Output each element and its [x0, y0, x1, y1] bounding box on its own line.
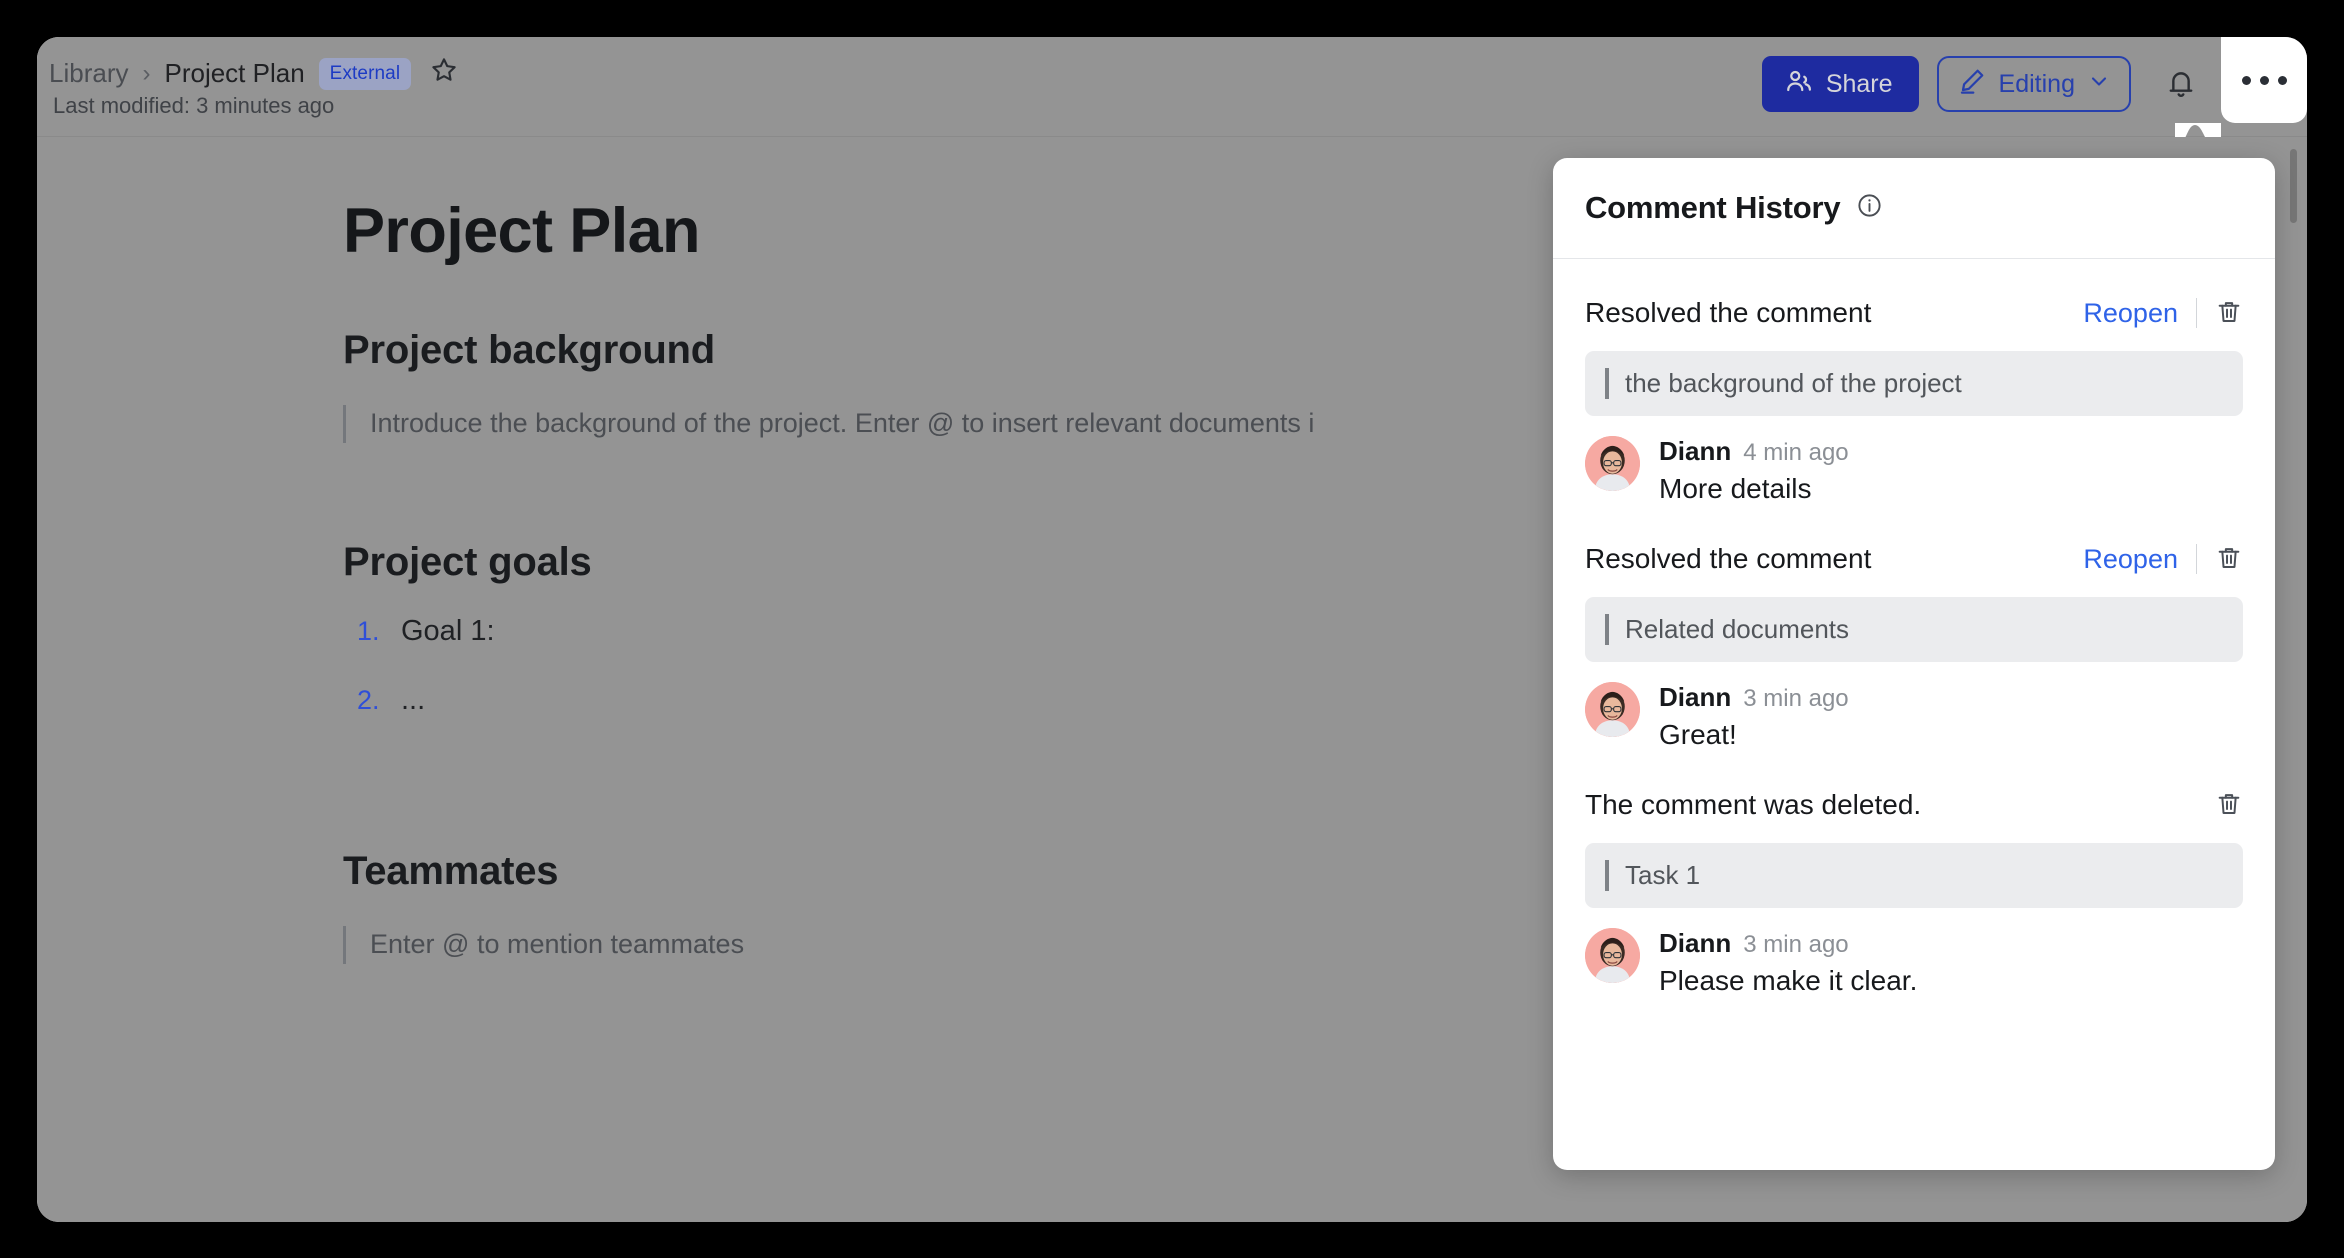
list-item[interactable]: 2. ... — [343, 684, 1537, 717]
more-dot — [2277, 75, 2287, 85]
document-scrollbar[interactable] — [2290, 149, 2297, 223]
comment-row: Diann 4 min ago More details — [1585, 436, 2243, 505]
comment-timestamp: 3 min ago — [1743, 685, 1849, 712]
entry-header: Resolved the comment Reopen — [1585, 293, 2243, 333]
quoted-text-block[interactable]: Related documents — [1585, 597, 2243, 662]
pencil-icon — [1957, 66, 1987, 103]
external-badge: External — [318, 57, 412, 90]
entry-header: Resolved the comment Reopen — [1585, 539, 2243, 579]
quote-bar — [1605, 368, 1609, 399]
comment-history-entry: Resolved the comment Reopen — [1585, 505, 2243, 751]
quoted-text: Related documents — [1625, 614, 1850, 644]
document-section-background: Project background Introduce the backgro… — [343, 328, 1537, 444]
last-modified-label: Last modified: 3 minutes ago — [53, 93, 335, 118]
quoted-text: the background of the project — [1625, 368, 1962, 398]
comment-text: More details — [1659, 473, 1812, 504]
list-item-text: Goal 1: — [401, 614, 495, 647]
comment-text: Great! — [1659, 719, 1737, 750]
comment-content: Diann 4 min ago More details — [1659, 436, 1849, 505]
entry-action-label: Resolved the comment — [1585, 297, 1872, 328]
more-dot — [2259, 75, 2269, 85]
avatar — [1585, 436, 1640, 491]
star-icon[interactable] — [429, 55, 459, 92]
comment-meta: Diann 3 min ago — [1659, 928, 1917, 959]
entry-header: The comment was deleted. — [1585, 785, 2243, 825]
reopen-link[interactable]: Reopen — [2083, 544, 2178, 575]
quote-bar — [1605, 860, 1609, 891]
section-heading: Project goals — [343, 539, 592, 584]
comment-content: Diann 3 min ago Please make it clear. — [1659, 928, 1917, 997]
trash-icon — [2215, 544, 2243, 575]
comment-meta: Diann 3 min ago — [1659, 682, 1849, 713]
share-label: Share — [1825, 69, 1893, 98]
list-marker: 1. — [357, 615, 380, 646]
comment-history-entry: The comment was deleted. Task 1 Diann 3 … — [1585, 751, 2243, 997]
editing-label: Editing — [1998, 69, 2075, 98]
chevron-down-icon — [2087, 69, 2111, 100]
bell-icon — [2164, 66, 2198, 103]
notifications-button[interactable] — [2155, 56, 2207, 112]
breadcrumb-separator-icon: › — [142, 59, 151, 87]
avatar — [1585, 928, 1640, 983]
quoted-text-block[interactable]: the background of the project — [1585, 351, 2243, 416]
document-section-goals: Project goals 1. Goal 1: 2. ... — [343, 540, 1537, 717]
entry-action-label: The comment was deleted. — [1585, 789, 1922, 820]
reopen-link[interactable]: Reopen — [2083, 298, 2178, 329]
comment-row: Diann 3 min ago Please make it clear. — [1585, 928, 2243, 997]
section-heading: Teammates — [343, 848, 559, 893]
quote-bar — [1605, 614, 1609, 645]
delete-comment-button[interactable] — [2215, 544, 2243, 575]
quoted-text: Task 1 — [1625, 860, 1701, 890]
comment-author: Diann — [1659, 436, 1732, 466]
top-bar: Library › Project Plan External Last mod… — [37, 37, 2307, 145]
divider — [2196, 298, 2197, 328]
list-item[interactable]: 1. Goal 1: — [343, 615, 1537, 648]
comment-content: Diann 3 min ago Great! — [1659, 682, 1849, 751]
comment-timestamp: 3 min ago — [1743, 931, 1849, 958]
quoted-text-block[interactable]: Task 1 — [1585, 843, 2243, 908]
entry-action-label: Resolved the comment — [1585, 543, 1872, 574]
avatar — [1585, 682, 1640, 737]
comment-history-panel: Comment History Resolved the comment Reo… — [1553, 158, 2275, 1170]
trash-icon — [2215, 298, 2243, 329]
comment-timestamp: 4 min ago — [1743, 439, 1849, 466]
more-options-button[interactable] — [2221, 37, 2307, 123]
section-heading: Project background — [343, 328, 716, 373]
list-marker: 2. — [357, 684, 380, 715]
comment-row: Diann 3 min ago Great! — [1585, 682, 2243, 751]
list-item-text: ... — [401, 683, 426, 716]
header-toolbar: Share Editing — [1761, 37, 2307, 145]
divider — [2196, 544, 2197, 574]
comment-author: Diann — [1659, 928, 1732, 958]
comment-history-entry: Resolved the comment Reopen — [1585, 259, 2243, 505]
comment-text: Please make it clear. — [1659, 965, 1918, 996]
app-window: Library › Project Plan External Last mod… — [37, 37, 2307, 1222]
delete-comment-button[interactable] — [2215, 298, 2243, 329]
section-placeholder[interactable]: Introduce the background of the project.… — [343, 403, 1537, 444]
breadcrumb-current[interactable]: Project Plan — [164, 58, 304, 89]
editing-mode-button[interactable]: Editing — [1936, 56, 2131, 112]
more-dot — [2241, 75, 2251, 85]
document-section-teammates: Teammates Enter @ to mention teammates — [343, 849, 1537, 965]
breadcrumb: Library › Project Plan External — [49, 55, 459, 92]
comment-history-list[interactable]: Resolved the comment Reopen the backgrou… — [1553, 259, 2275, 1170]
comment-history-header: Comment History — [1553, 158, 2275, 259]
breadcrumb-parent[interactable]: Library — [49, 58, 128, 89]
trash-icon — [2215, 790, 2243, 821]
comment-history-title: Comment History — [1585, 190, 1841, 225]
comment-author: Diann — [1659, 682, 1732, 712]
share-button[interactable]: Share — [1761, 56, 1919, 112]
delete-comment-button[interactable] — [2215, 790, 2243, 821]
info-icon[interactable] — [1856, 192, 1883, 224]
section-placeholder[interactable]: Enter @ to mention teammates — [343, 924, 1537, 965]
page-title: Project Plan — [343, 196, 701, 266]
people-icon — [1784, 66, 1814, 103]
comment-meta: Diann 4 min ago — [1659, 436, 1849, 467]
